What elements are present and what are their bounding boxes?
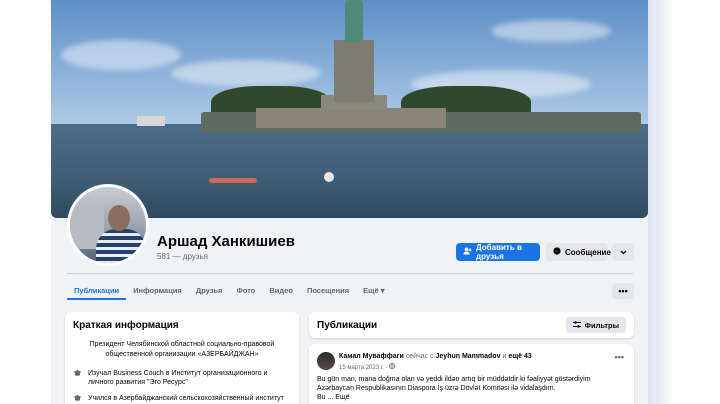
- intro-bio: Президент Челябинской областной социальн…: [89, 341, 275, 358]
- post-date: 15 марта 2023 г. ·: [339, 363, 396, 371]
- profile-page: Аршад Ханкишиев 581 — друзья Добавить в …: [51, 0, 648, 404]
- cover-photo[interactable]: [51, 0, 648, 218]
- post-tagged-user[interactable]: Jeyhun Mammadov: [436, 353, 501, 360]
- post-text: Bu gün man, mana doğma olan və yeddi ild…: [317, 375, 622, 402]
- tab-more[interactable]: Ещё ▾: [356, 282, 391, 300]
- filters-button[interactable]: Фильтры: [565, 317, 626, 333]
- avatar[interactable]: [67, 184, 149, 266]
- intro-item-text[interactable]: Учился в Азербайджанский сельскохозяйств…: [88, 394, 284, 403]
- graduation-cap-icon: [73, 369, 82, 378]
- messenger-icon: [553, 247, 561, 257]
- tab-photos[interactable]: Фото: [229, 282, 262, 300]
- intro-item: Изучал Business Couch в Институт организ…: [73, 369, 293, 387]
- add-friend-button[interactable]: Добавить в друзья: [456, 243, 540, 261]
- post-header: Камал Муваффаги сейчас с Jeyhun Mammadov…: [339, 353, 532, 360]
- post-card: Камал Муваффаги сейчас с Jeyhun Mammadov…: [309, 344, 634, 404]
- friends-count[interactable]: 581 — друзья: [157, 252, 208, 261]
- tab-info[interactable]: Информация: [126, 282, 189, 300]
- post-and: и: [502, 353, 507, 360]
- tab-posts[interactable]: Публикации: [67, 282, 127, 300]
- divider: [67, 273, 633, 274]
- profile-more-button[interactable]: [612, 243, 634, 261]
- add-person-icon: [463, 247, 472, 257]
- filters-label: Фильтры: [584, 320, 619, 330]
- posts-title: Публикации: [317, 320, 378, 331]
- post-tagged-others[interactable]: ещё 43: [508, 353, 531, 360]
- intro-title: Краткая информация: [73, 320, 179, 331]
- intro-card: Краткая информация Президент Челябинской…: [65, 312, 299, 404]
- posts-header-card: Публикации Фильтры: [309, 312, 634, 338]
- profile-name: Аршад Ханкишиев: [157, 233, 295, 250]
- message-label: Сообщение: [565, 247, 611, 257]
- see-more-link[interactable]: Bu ... Ещё: [317, 394, 350, 401]
- intro-item: Учился в Азербайджанский сельскохозяйств…: [73, 394, 293, 403]
- tab-friends[interactable]: Друзья: [189, 282, 230, 300]
- chevron-down-icon: [620, 248, 627, 257]
- sliders-icon: [572, 320, 581, 330]
- post-meta: сейчас с: [405, 353, 434, 360]
- window-edge: [648, 0, 674, 404]
- post-body: Bu gün man, mana doğma olan və yeddi ild…: [317, 376, 591, 392]
- tab-check-ins[interactable]: Посещения: [300, 282, 356, 300]
- profile-tabs: Публикации Информация Друзья Фото Видео …: [67, 282, 392, 304]
- post-author-avatar[interactable]: [317, 352, 335, 370]
- post-options-icon[interactable]: •••: [615, 352, 624, 362]
- post-author[interactable]: Камал Муваффаги: [339, 353, 404, 360]
- message-button[interactable]: Сообщение: [546, 243, 611, 261]
- post-date-text[interactable]: 15 марта 2023 г. ·: [339, 365, 389, 371]
- globe-icon: [389, 363, 396, 371]
- tabs-more-button[interactable]: •••: [612, 283, 634, 299]
- graduation-cap-icon: [73, 394, 82, 403]
- add-friend-label: Добавить в друзья: [476, 243, 522, 261]
- statue-of-liberty: [345, 0, 363, 42]
- intro-item-text[interactable]: Изучал Business Couch в Институт организ…: [88, 369, 293, 387]
- tab-videos[interactable]: Видео: [262, 282, 300, 300]
